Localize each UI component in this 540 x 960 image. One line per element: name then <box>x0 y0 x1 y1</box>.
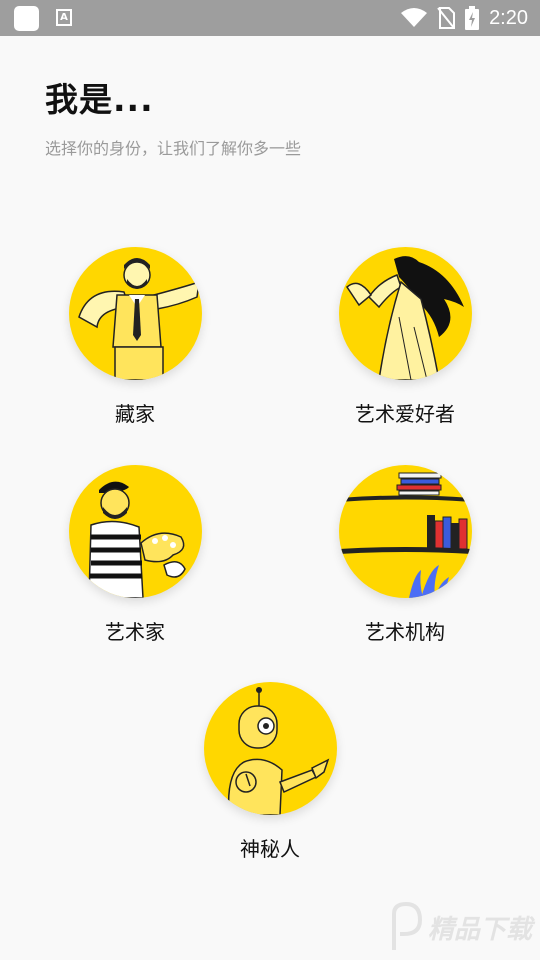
page-title: 我是... <box>45 80 154 119</box>
no-sim-icon <box>437 7 456 29</box>
identity-option-mystery-person[interactable]: 神秘人 <box>190 682 350 862</box>
wifi-icon <box>401 8 428 27</box>
status-bar: A 2:20 <box>0 0 540 36</box>
art-institution-illustration <box>338 465 472 598</box>
artist-illustration <box>68 465 202 598</box>
battery-charging-icon <box>465 6 480 30</box>
identity-label: 藏家 <box>115 402 155 426</box>
status-icons: 2:20 <box>401 0 528 36</box>
identity-label: 艺术爱好者 <box>355 402 455 426</box>
identity-option-artist[interactable]: 艺术家 <box>55 465 215 645</box>
watermark-text: 精品下载 <box>427 914 532 945</box>
identity-label: 艺术机构 <box>365 620 445 644</box>
app-icon <box>14 6 39 31</box>
watermark-logo-icon <box>391 902 422 950</box>
identity-option-art-institution[interactable]: 艺术机构 <box>325 465 485 645</box>
clock: 2:20 <box>489 6 528 29</box>
identity-label: 神秘人 <box>240 837 300 861</box>
watermark: 精品下载 <box>386 902 532 952</box>
a-icon: A <box>56 9 72 26</box>
mystery-person-illustration <box>203 682 337 815</box>
identity-option-collector[interactable]: 藏家 <box>55 247 215 427</box>
page-subtitle: 选择你的身份，让我们了解你多一些 <box>45 139 302 158</box>
identity-option-art-lover[interactable]: 艺术爱好者 <box>325 247 485 427</box>
art-lover-illustration <box>338 247 472 380</box>
identity-label: 艺术家 <box>105 620 165 644</box>
collector-illustration <box>68 247 202 380</box>
